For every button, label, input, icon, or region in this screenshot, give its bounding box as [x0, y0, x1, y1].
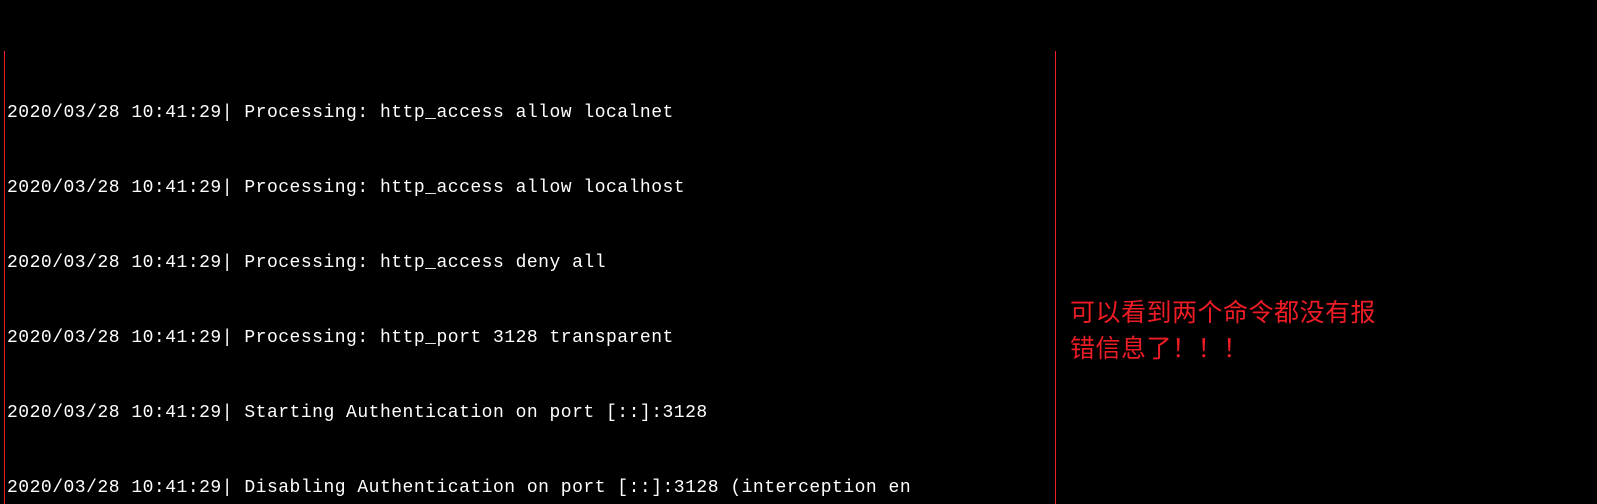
annotation-line-2: 错信息了！！！: [1070, 331, 1560, 367]
log-line: 2020/03/28 10:41:29| Processing: http_po…: [7, 326, 1053, 351]
log-line: 2020/03/28 10:41:29| Processing: http_ac…: [7, 251, 1053, 276]
annotation-text: 可以看到两个命令都没有报 错信息了！！！: [1060, 0, 1560, 504]
log-line: 2020/03/28 10:41:29| Processing: http_ac…: [7, 176, 1053, 201]
log-line: 2020/03/28 10:41:29| Processing: http_ac…: [7, 101, 1053, 126]
terminal-output[interactable]: 2020/03/28 10:41:29| Processing: http_ac…: [0, 0, 1060, 504]
annotation-line-1: 可以看到两个命令都没有报: [1070, 295, 1560, 331]
log-line: 2020/03/28 10:41:29| Disabling Authentic…: [7, 476, 1053, 501]
output-box-1: 2020/03/28 10:41:29| Processing: http_ac…: [4, 51, 1056, 504]
log-line: 2020/03/28 10:41:29| Starting Authentica…: [7, 401, 1053, 426]
